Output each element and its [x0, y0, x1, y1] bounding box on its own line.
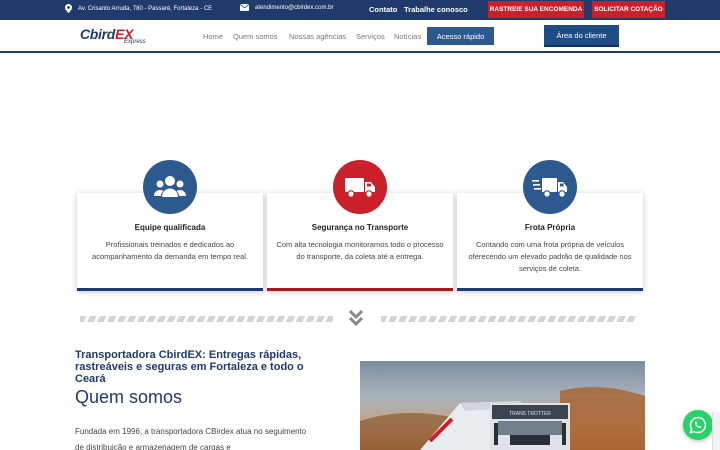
- feature-icon-circle: [523, 160, 577, 214]
- chevron-double-down-icon: [348, 309, 364, 327]
- card-accent-bar: [77, 288, 263, 291]
- request-quote-button[interactable]: SOLICITAR COTAÇÃO: [592, 1, 665, 18]
- feature-icon-circle: [143, 160, 197, 214]
- nav-agencies[interactable]: Nossas agências: [289, 32, 346, 41]
- email-block[interactable]: atendimento@cbirdex.com.br: [240, 4, 333, 11]
- top-bar: Av. Crisanto Arruda, 780 - Passaré, Fort…: [0, 0, 720, 20]
- logo[interactable]: CbirdEX Express: [80, 26, 150, 48]
- feature-icon-circle: [333, 160, 387, 214]
- section-divider-right: [381, 316, 637, 322]
- location-pin-icon: [65, 4, 72, 13]
- about-heading: Quem somos: [75, 387, 183, 407]
- truck-photo: TRANS TROTTER: [360, 361, 645, 450]
- feature-description: Contando com uma frota própria de veícul…: [468, 240, 632, 273]
- logo-subtitle: Express: [124, 39, 146, 45]
- track-order-button[interactable]: RASTREIE SUA ENCOMENDA: [488, 1, 584, 18]
- address-text: Av. Crisanto Arruda, 780 - Passaré, Fort…: [78, 5, 213, 12]
- email-link[interactable]: atendimento@cbirdex.com.br: [255, 5, 333, 11]
- feature-title: Equipe qualificada: [134, 223, 206, 232]
- whatsapp-button[interactable]: [683, 410, 713, 440]
- nav-home[interactable]: Home: [203, 32, 223, 41]
- truck-photo-illustration: TRANS TROTTER: [360, 387, 645, 450]
- main-header: CbirdEX Express Home Quem somos Nossas a…: [0, 20, 720, 53]
- feature-description: Com alta tecnologia monitoramos todo o p…: [276, 240, 444, 261]
- truck-cab-lettering: TRANS TROTTER: [509, 411, 551, 417]
- envelope-icon: [240, 4, 249, 11]
- about-tagline: Transportadora CbirdEX: Entregas rápidas…: [75, 349, 304, 385]
- truck-icon: [345, 178, 375, 198]
- nav-news[interactable]: Notícias: [394, 32, 421, 41]
- quick-access-button[interactable]: Acesso rápido: [427, 27, 494, 45]
- client-area-button[interactable]: Área do cliente: [544, 25, 619, 47]
- feature-title: Segurança no Transporte: [311, 223, 409, 232]
- feature-title: Frota Própria: [524, 223, 576, 232]
- recaptcha-badge: [712, 412, 720, 450]
- section-divider-left: [80, 316, 333, 322]
- feature-description: Profissionais treinados e dedicados ao a…: [92, 240, 248, 261]
- whatsapp-icon: [689, 416, 707, 434]
- careers-link[interactable]: Trabalhe conosco: [404, 5, 468, 14]
- card-accent-bar: [267, 288, 453, 291]
- nav-about[interactable]: Quem somos: [233, 32, 278, 41]
- address-block: Av. Crisanto Arruda, 780 - Passaré, Fort…: [65, 4, 212, 13]
- nav-services[interactable]: Serviços: [356, 32, 385, 41]
- card-accent-bar: [457, 288, 643, 291]
- fast-truck-icon: [532, 178, 567, 198]
- about-paragraph: Fundada em 1996, a transportadora CBirde…: [75, 427, 307, 450]
- users-icon: [154, 176, 186, 197]
- contact-link[interactable]: Contato: [369, 5, 397, 14]
